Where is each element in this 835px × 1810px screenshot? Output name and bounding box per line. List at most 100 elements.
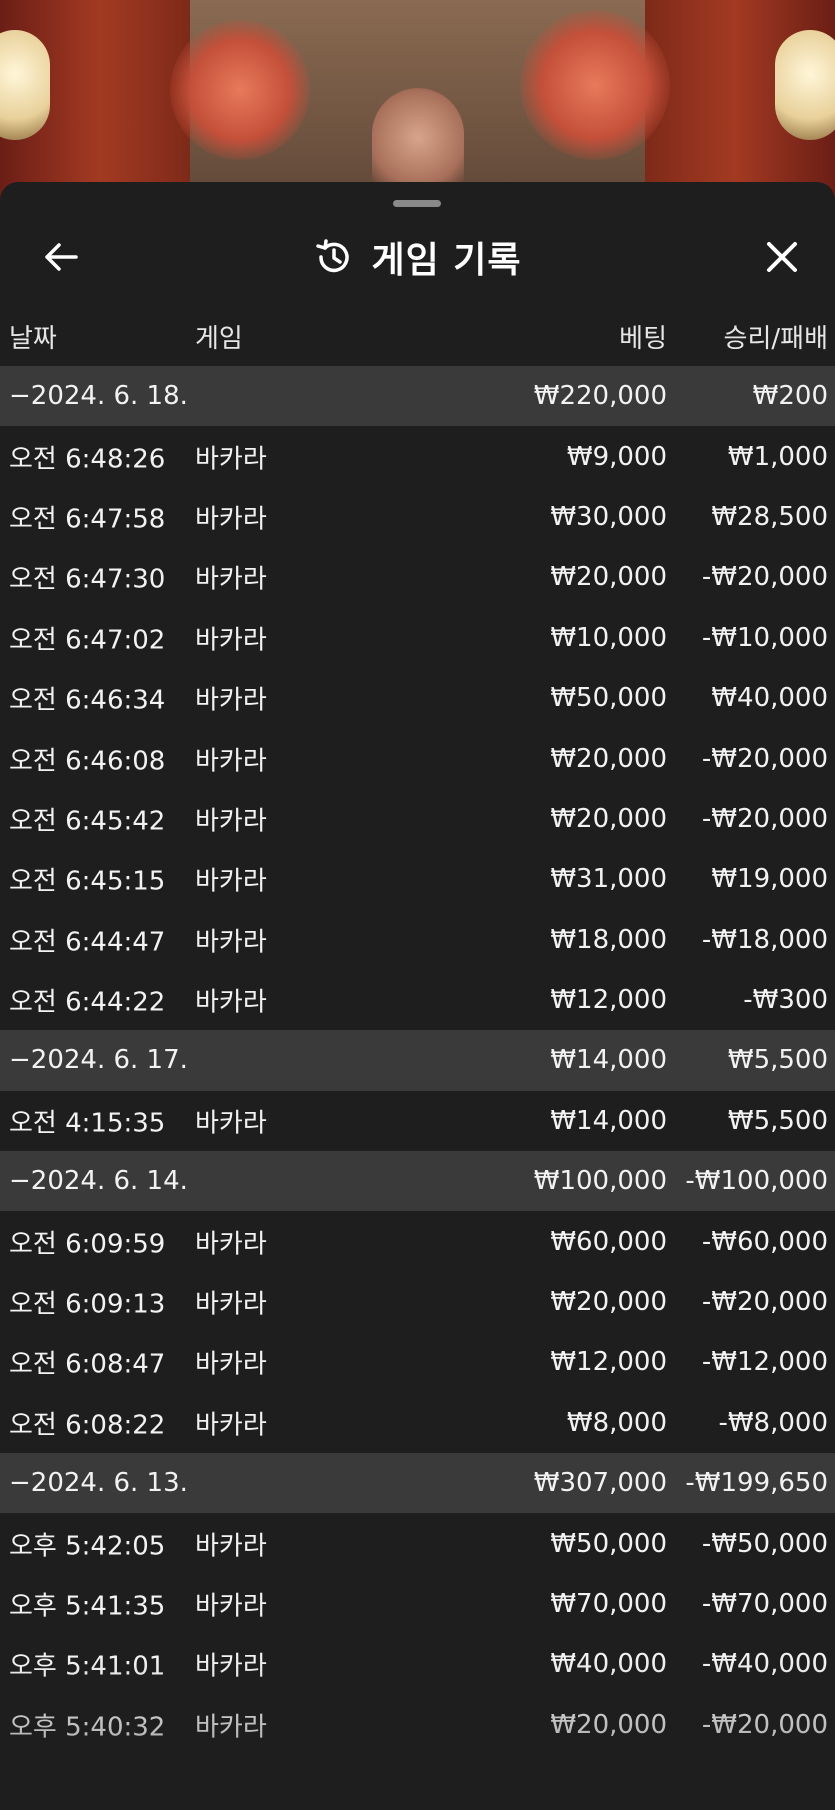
cell-result: -₩20,000 [701, 743, 828, 774]
cell-result: -₩12,000 [701, 1347, 828, 1378]
cell-bet: ₩20,000 [550, 562, 667, 593]
close-button[interactable] [759, 234, 805, 280]
column-header-bet: 베팅 [619, 324, 667, 354]
cell-bet: ₩8,000 [566, 1407, 667, 1438]
cell-game: 바카라 [195, 504, 267, 535]
table-row[interactable]: 오전 6:08:47 바카라 ₩12,000 -₩12,000 [0, 1332, 835, 1392]
table-row[interactable]: 오전 6:47:02 바카라 ₩10,000 -₩10,000 [0, 608, 835, 668]
table-row[interactable]: 오후 5:40:32 바카라 ₩20,000 -₩20,000 [0, 1695, 835, 1755]
table-row[interactable]: 오후 5:42:05 바카라 ₩50,000 -₩50,000 [0, 1513, 835, 1573]
cell-date: −2024. 6. 14. [9, 1166, 188, 1197]
table-row[interactable]: 오후 5:41:35 바카라 ₩70,000 -₩70,000 [0, 1574, 835, 1634]
cell-date: 오전 6:08:47 [9, 1349, 166, 1380]
cell-bet: ₩20,000 [550, 1709, 667, 1740]
table-row[interactable]: 오전 6:09:59 바카라 ₩60,000 -₩60,000 [0, 1211, 835, 1271]
cell-date: 오전 6:45:15 [9, 866, 166, 897]
cell-bet: ₩307,000 [533, 1468, 667, 1499]
header-bar: 게임 기록 [0, 222, 835, 292]
cell-game: 바카라 [195, 1229, 267, 1260]
table-row[interactable]: 오전 4:15:35 바카라 ₩14,000 ₩5,500 [0, 1091, 835, 1151]
table-row[interactable]: 오전 6:47:58 바카라 ₩30,000 ₩28,500 [0, 487, 835, 547]
table-row[interactable]: 오전 6:46:08 바카라 ₩20,000 -₩20,000 [0, 728, 835, 788]
cell-date: −2024. 6. 13. [9, 1468, 188, 1499]
cell-bet: ₩12,000 [550, 985, 667, 1016]
cell-bet: ₩20,000 [550, 803, 667, 834]
cell-bet: ₩14,000 [550, 1105, 667, 1136]
cell-result: -₩199,650 [685, 1468, 828, 1499]
history-icon [316, 239, 350, 273]
table-row[interactable]: 오전 6:09:13 바카라 ₩20,000 -₩20,000 [0, 1272, 835, 1332]
lantern-left [0, 30, 50, 140]
cell-result: -₩18,000 [701, 924, 828, 955]
cell-game: 바카라 [195, 1410, 267, 1441]
close-icon [767, 242, 797, 272]
cell-date: 오전 6:47:58 [9, 504, 166, 535]
cell-result: -₩300 [743, 985, 828, 1016]
cell-result: -₩20,000 [701, 1287, 828, 1318]
cell-bet: ₩20,000 [550, 1287, 667, 1318]
cell-game: 바카라 [195, 927, 267, 958]
cell-result: ₩40,000 [711, 683, 828, 714]
cell-result: ₩5,500 [727, 1105, 828, 1136]
cell-result: ₩5,500 [727, 1045, 828, 1076]
cell-game: 바카라 [195, 1651, 267, 1682]
cell-date: 오전 6:46:08 [9, 746, 166, 777]
blossom-right [520, 10, 670, 160]
cell-result: ₩200 [752, 381, 828, 412]
date-group-row: −2024. 6. 18. ₩220,000 ₩200 [0, 366, 835, 427]
column-header-game: 게임 [195, 324, 243, 354]
cell-date: 오전 6:09:13 [9, 1289, 166, 1320]
cell-game: 바카라 [195, 866, 267, 897]
cell-date: 오전 6:48:26 [9, 444, 166, 475]
date-group-row: −2024. 6. 17. ₩14,000 ₩5,500 [0, 1030, 835, 1091]
table-row[interactable]: 오전 6:48:26 바카라 ₩9,000 ₩1,000 [0, 426, 835, 486]
cell-game: 바카라 [195, 987, 267, 1018]
cell-bet: ₩220,000 [533, 381, 667, 412]
cell-bet: ₩9,000 [566, 441, 667, 472]
game-history-sheet: 게임 기록 날짜 게임 베팅 승리/패배 −2024. 6. 18. ₩220,0… [0, 182, 835, 1810]
cell-bet: ₩10,000 [550, 622, 667, 653]
cell-date: 오전 6:44:22 [9, 987, 166, 1018]
cell-game: 바카라 [195, 1108, 267, 1139]
cell-game: 바카라 [195, 806, 267, 837]
cell-result: -₩20,000 [701, 1709, 828, 1740]
cell-result: -₩100,000 [685, 1166, 828, 1197]
cell-game: 바카라 [195, 564, 267, 595]
cell-date: 오전 4:15:35 [9, 1108, 166, 1139]
cell-game: 바카라 [195, 1289, 267, 1320]
cell-game: 바카라 [195, 685, 267, 716]
table-row[interactable]: 오전 6:45:42 바카라 ₩20,000 -₩20,000 [0, 789, 835, 849]
date-group-row: −2024. 6. 13. ₩307,000 -₩199,650 [0, 1453, 835, 1514]
cell-date: −2024. 6. 18. [9, 381, 188, 412]
cell-result: ₩28,500 [711, 501, 828, 532]
cell-date: 오전 6:45:42 [9, 806, 166, 837]
cell-date: −2024. 6. 17. [9, 1045, 188, 1076]
table-row[interactable]: 오전 6:08:22 바카라 ₩8,000 -₩8,000 [0, 1393, 835, 1453]
table-row[interactable]: 오전 6:44:22 바카라 ₩12,000 -₩300 [0, 970, 835, 1030]
cell-bet: ₩50,000 [550, 1528, 667, 1559]
cell-bet: ₩12,000 [550, 1347, 667, 1378]
cell-result: -₩10,000 [701, 622, 828, 653]
cell-date: 오전 6:08:22 [9, 1410, 166, 1441]
cell-bet: ₩30,000 [550, 501, 667, 532]
table-row[interactable]: 오전 6:45:15 바카라 ₩31,000 ₩19,000 [0, 849, 835, 909]
cell-game: 바카라 [195, 1591, 267, 1622]
table-row[interactable]: 오전 6:46:34 바카라 ₩50,000 ₩40,000 [0, 668, 835, 728]
cell-result: ₩19,000 [711, 864, 828, 895]
table-row[interactable]: 오후 5:41:01 바카라 ₩40,000 -₩40,000 [0, 1634, 835, 1694]
cell-game: 바카라 [195, 746, 267, 777]
history-list[interactable]: −2024. 6. 18. ₩220,000 ₩200 오전 6:48:26 바카라 ₩9… [0, 366, 835, 1755]
cell-result: -₩70,000 [701, 1589, 828, 1619]
cell-date: 오후 5:42:05 [9, 1531, 166, 1562]
drag-handle[interactable] [393, 200, 441, 207]
table-row[interactable]: 오전 6:47:30 바카라 ₩20,000 -₩20,000 [0, 547, 835, 607]
table-row[interactable]: 오전 6:44:47 바카라 ₩18,000 -₩18,000 [0, 910, 835, 970]
date-group-row: −2024. 6. 14. ₩100,000 -₩100,000 [0, 1151, 835, 1212]
cell-bet: ₩14,000 [550, 1045, 667, 1076]
cell-date: 오전 6:44:47 [9, 927, 166, 958]
cell-date: 오전 6:09:59 [9, 1229, 166, 1260]
cell-bet: ₩40,000 [550, 1649, 667, 1680]
cell-game: 바카라 [195, 1531, 267, 1562]
lantern-right [775, 30, 835, 140]
column-headers: 날짜 게임 베팅 승리/패배 [0, 312, 835, 356]
